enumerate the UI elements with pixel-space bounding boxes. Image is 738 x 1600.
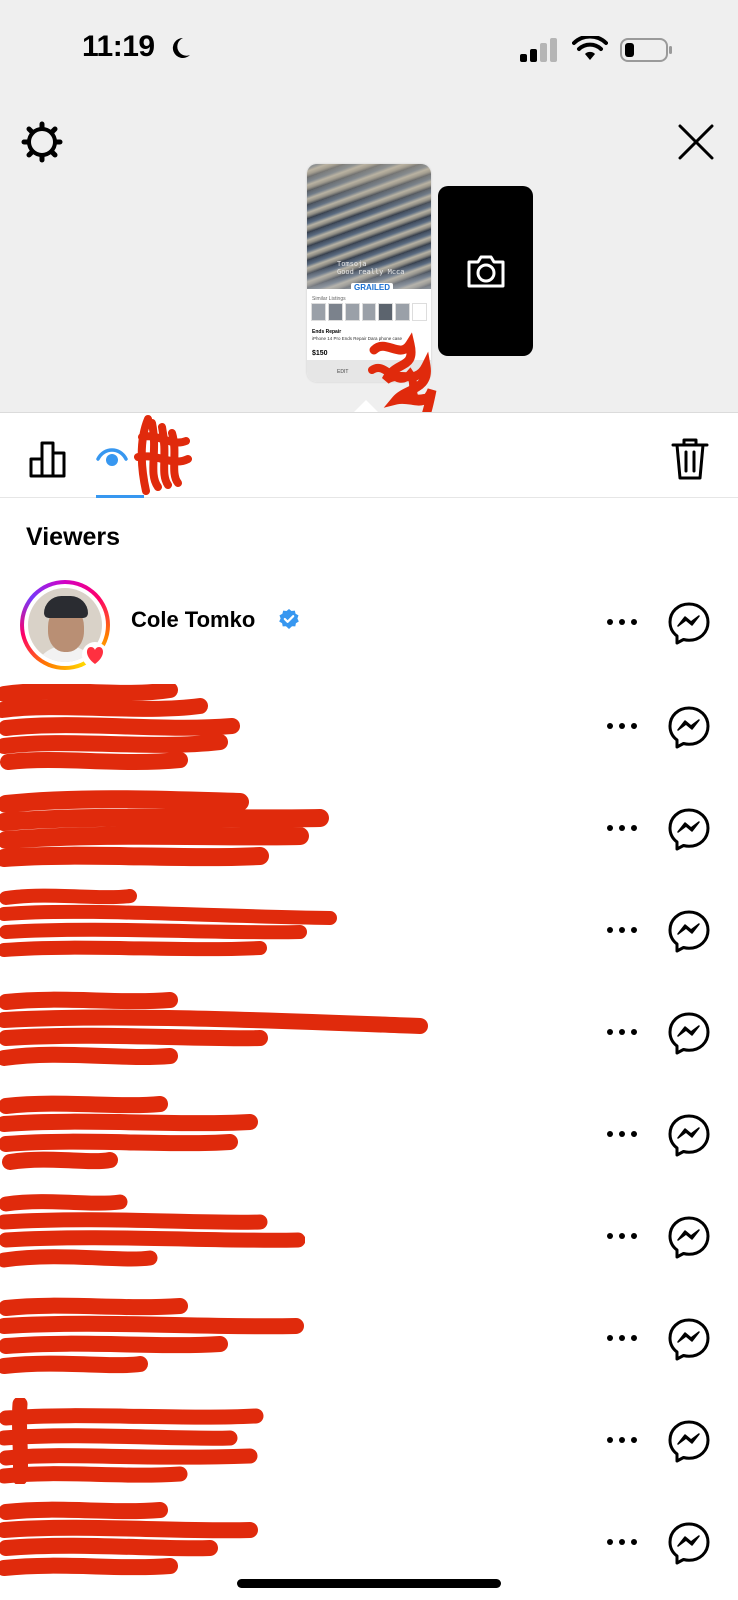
status-time: 11:19 xyxy=(82,30,155,63)
more-options-button[interactable] xyxy=(600,816,644,840)
close-button[interactable] xyxy=(676,122,716,162)
viewer-row[interactable] xyxy=(0,880,738,982)
send-message-button[interactable] xyxy=(666,1214,712,1260)
viewers-heading: Viewers xyxy=(26,523,121,551)
send-message-button[interactable] xyxy=(666,1112,712,1158)
messenger-icon xyxy=(668,910,710,953)
more-options-button[interactable] xyxy=(600,1224,644,1248)
send-message-button[interactable] xyxy=(666,806,712,852)
viewer-row[interactable] xyxy=(0,676,738,778)
messenger-icon xyxy=(668,1114,710,1157)
messenger-icon xyxy=(668,1012,710,1055)
heart-icon xyxy=(82,642,108,668)
redaction-mark xyxy=(0,684,240,770)
messenger-icon xyxy=(668,1522,710,1565)
messenger-icon xyxy=(668,706,710,749)
more-horizontal-icon xyxy=(607,927,637,933)
send-message-button[interactable] xyxy=(666,1010,712,1056)
more-options-button[interactable] xyxy=(600,610,644,634)
similar-listings-label: Similar Listings xyxy=(312,296,346,302)
avatar[interactable] xyxy=(20,580,110,670)
status-bar: 11:19 xyxy=(0,0,738,100)
send-message-button[interactable] xyxy=(666,1418,712,1464)
trash-icon xyxy=(671,438,709,480)
more-options-button[interactable] xyxy=(600,1530,644,1554)
more-options-button[interactable] xyxy=(600,918,644,942)
viewer-row[interactable] xyxy=(0,778,738,880)
send-message-button[interactable] xyxy=(666,1520,712,1566)
story-brand-label: GRAILED xyxy=(351,283,393,292)
views-tab[interactable] xyxy=(96,443,128,471)
cellular-signal-icon xyxy=(520,38,557,62)
battery-icon xyxy=(620,38,672,62)
messenger-icon xyxy=(668,1420,710,1463)
viewer-row[interactable] xyxy=(0,1186,738,1288)
eye-icon xyxy=(96,448,128,466)
settings-button[interactable] xyxy=(20,120,64,164)
verified-badge-icon xyxy=(279,609,299,629)
send-message-button[interactable] xyxy=(666,1316,712,1362)
messenger-icon xyxy=(668,808,710,851)
viewer-row[interactable] xyxy=(0,982,738,1084)
more-options-button[interactable] xyxy=(600,1122,644,1146)
more-horizontal-icon xyxy=(607,825,637,831)
more-options-button[interactable] xyxy=(600,1326,644,1350)
more-options-button[interactable] xyxy=(600,714,644,738)
viewer-row[interactable] xyxy=(0,1390,738,1492)
redaction-mark xyxy=(0,1297,304,1374)
story-tab-bar xyxy=(0,412,738,498)
messenger-icon xyxy=(668,602,710,645)
viewer-row[interactable]: Cole Tomko xyxy=(0,572,738,674)
more-horizontal-icon xyxy=(607,1029,637,1035)
more-horizontal-icon xyxy=(607,1539,637,1545)
home-indicator[interactable] xyxy=(237,1579,501,1588)
more-options-button[interactable] xyxy=(600,1020,644,1044)
redaction-mark xyxy=(0,1095,258,1170)
wifi-icon xyxy=(572,36,608,60)
close-icon xyxy=(678,124,714,160)
add-to-story-button[interactable] xyxy=(438,186,533,356)
story-edit-label: EDIT xyxy=(337,369,349,375)
story-preview-area: 11:19 Tomsoja Good really Mcca GRAILED S… xyxy=(0,0,738,420)
send-message-button[interactable] xyxy=(666,908,712,954)
camera-icon xyxy=(467,255,505,288)
more-horizontal-icon xyxy=(607,619,637,625)
send-message-button[interactable] xyxy=(666,704,712,750)
more-horizontal-icon xyxy=(607,1335,637,1341)
more-horizontal-icon xyxy=(607,1437,637,1443)
gear-icon xyxy=(21,121,63,163)
more-options-button[interactable] xyxy=(600,1428,644,1452)
redaction-mark xyxy=(0,790,329,867)
redaction-mark xyxy=(0,1398,264,1484)
story-caption: Tomsoja Good really Mcca xyxy=(337,260,405,276)
redaction-mark xyxy=(0,888,337,957)
insights-tab[interactable] xyxy=(28,439,68,479)
story-seller: Ends Repair xyxy=(312,329,342,335)
redaction-mark xyxy=(0,1501,258,1576)
redaction-mark xyxy=(134,415,192,495)
viewer-row[interactable] xyxy=(0,1288,738,1390)
messenger-icon xyxy=(668,1216,710,1259)
redaction-mark xyxy=(0,1194,305,1268)
viewer-row[interactable] xyxy=(0,1084,738,1186)
viewer-name[interactable]: Cole Tomko xyxy=(131,607,255,633)
bar-chart-icon xyxy=(29,441,66,478)
redaction-mark xyxy=(0,991,428,1066)
delete-button[interactable] xyxy=(670,437,710,481)
more-horizontal-icon xyxy=(607,1233,637,1239)
send-message-button[interactable] xyxy=(666,600,712,646)
messenger-icon xyxy=(668,1318,710,1361)
more-horizontal-icon xyxy=(607,723,637,729)
story-price: $150 xyxy=(312,350,328,357)
more-horizontal-icon xyxy=(607,1131,637,1137)
active-tab-indicator xyxy=(96,495,144,498)
similar-listings-strip xyxy=(311,303,428,321)
moon-icon xyxy=(172,37,190,58)
